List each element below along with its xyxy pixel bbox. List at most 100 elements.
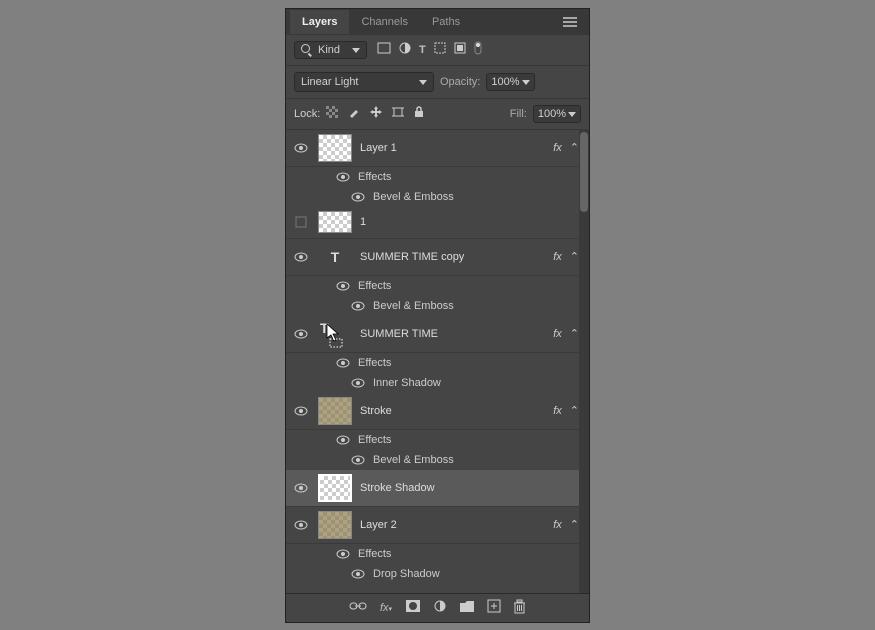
chevron-down-icon <box>419 76 427 88</box>
visibility-toggle[interactable] <box>292 520 310 530</box>
fx-badge[interactable]: fx <box>553 328 562 340</box>
lock-row: Lock: Fill: 100% <box>286 99 589 130</box>
panel-tabs: Layers Channels Paths <box>286 9 589 35</box>
type-layer-icon[interactable]: T <box>318 243 352 271</box>
effects-header[interactable]: Effects <box>286 276 589 296</box>
layer-name[interactable]: 1 <box>360 216 583 228</box>
layer-thumbnail[interactable] <box>318 397 352 425</box>
effect-item[interactable]: Bevel & Emboss <box>286 296 589 316</box>
effect-item[interactable]: Bevel & Emboss <box>286 187 589 207</box>
collapse-toggle[interactable]: ⌃ <box>566 250 583 263</box>
visibility-toggle[interactable] <box>292 216 310 228</box>
fill-value: 100% <box>538 108 566 120</box>
link-layers-icon[interactable] <box>350 601 366 614</box>
effects-label: Effects <box>358 280 391 292</box>
search-icon <box>301 44 314 56</box>
new-layer-icon[interactable] <box>488 600 500 615</box>
effects-header[interactable]: Effects <box>286 353 589 373</box>
visibility-toggle[interactable] <box>292 329 310 339</box>
lock-transparency-icon[interactable] <box>326 106 338 121</box>
layer-row[interactable]: T SUMMER TIME copy fx ⌃ <box>286 239 589 276</box>
layer-thumbnail[interactable] <box>318 511 352 539</box>
layer-row[interactable]: Stroke Shadow <box>286 470 589 507</box>
effects-label: Effects <box>358 434 391 446</box>
bottom-toolbar: fx▾ <box>286 593 589 622</box>
effects-header[interactable]: Effects <box>286 544 589 564</box>
effect-name: Drop Shadow <box>373 568 440 580</box>
blend-mode-value: Linear Light <box>301 76 359 88</box>
layer-name[interactable]: Layer 2 <box>360 519 553 531</box>
effect-item[interactable]: Bevel & Emboss <box>286 450 589 470</box>
lock-label: Lock: <box>294 108 320 120</box>
layer-thumbnail[interactable] <box>318 134 352 162</box>
blend-row: Linear Light Opacity: 100% <box>286 66 589 99</box>
visibility-toggle[interactable] <box>292 406 310 416</box>
layer-thumbnail[interactable] <box>318 211 352 233</box>
layer-name[interactable]: Stroke Shadow <box>360 482 583 494</box>
layer-name[interactable]: SUMMER TIME <box>360 328 553 340</box>
chevron-down-icon <box>522 76 530 88</box>
filter-smart-icon[interactable] <box>454 42 466 57</box>
lock-artboard-icon[interactable] <box>392 106 404 121</box>
fx-menu-icon[interactable]: fx▾ <box>380 602 392 614</box>
opacity-value: 100% <box>491 76 519 88</box>
layers-panel: Layers Channels Paths T Linear Light Opa… <box>285 8 590 623</box>
tab-layers[interactable]: Layers <box>290 10 349 34</box>
layer-name[interactable]: Layer 1 <box>360 142 553 154</box>
layer-row[interactable]: T SUMMER TIME fx ⌃ <box>286 316 589 353</box>
layer-row[interactable]: Layer 2 fx ⌃ <box>286 507 589 544</box>
effects-label: Effects <box>358 548 391 560</box>
fx-badge[interactable]: fx <box>553 405 562 417</box>
fill-label: Fill: <box>510 108 527 120</box>
group-icon[interactable] <box>460 601 474 615</box>
scrollbar[interactable] <box>579 130 589 593</box>
chevron-down-icon <box>568 108 576 120</box>
fx-badge[interactable]: fx <box>553 519 562 531</box>
filter-pixel-icon[interactable] <box>377 42 391 57</box>
scroll-thumb[interactable] <box>580 132 588 212</box>
fx-badge[interactable]: fx <box>553 251 562 263</box>
panel-menu-icon[interactable] <box>555 13 585 31</box>
lock-brush-icon[interactable] <box>348 106 360 121</box>
trash-icon[interactable] <box>514 600 525 616</box>
mask-icon[interactable] <box>406 600 420 615</box>
chevron-down-icon <box>352 44 360 56</box>
layer-row[interactable]: Stroke fx ⌃ <box>286 393 589 430</box>
visibility-toggle[interactable] <box>292 252 310 262</box>
layer-name[interactable]: Stroke <box>360 405 553 417</box>
effect-name: Bevel & Emboss <box>373 300 454 312</box>
layer-row[interactable]: 1 <box>286 207 589 239</box>
tab-paths[interactable]: Paths <box>420 10 472 34</box>
filter-row: T <box>286 35 589 66</box>
blend-mode-select[interactable]: Linear Light <box>294 72 434 92</box>
filter-toggle-icon[interactable] <box>474 41 482 58</box>
type-layer-icon[interactable]: T <box>318 320 352 348</box>
fill-input[interactable]: 100% <box>533 105 581 123</box>
effect-name: Bevel & Emboss <box>373 454 454 466</box>
layer-thumbnail[interactable] <box>318 474 352 502</box>
effect-item[interactable]: Inner Shadow <box>286 373 589 393</box>
effect-name: Inner Shadow <box>373 377 441 389</box>
effects-header[interactable]: Effects <box>286 167 589 187</box>
filter-type-icon[interactable]: T <box>419 44 426 56</box>
filter-kind-input[interactable] <box>318 44 348 56</box>
effects-header[interactable]: Effects <box>286 430 589 450</box>
fx-badge[interactable]: fx <box>553 142 562 154</box>
lock-move-icon[interactable] <box>370 106 382 121</box>
filter-shape-icon[interactable] <box>434 42 446 57</box>
effect-name: Bevel & Emboss <box>373 191 454 203</box>
filter-adjustment-icon[interactable] <box>399 42 411 57</box>
collapse-toggle[interactable]: ⌃ <box>566 327 583 340</box>
opacity-input[interactable]: 100% <box>486 73 534 91</box>
effect-item[interactable]: Drop Shadow <box>286 564 589 584</box>
filter-kind-select[interactable] <box>294 41 367 59</box>
layers-list[interactable]: Layer 1 fx ⌃ Effects Bevel & Emboss 1 T … <box>286 130 589 593</box>
visibility-toggle[interactable] <box>292 483 310 493</box>
tab-channels[interactable]: Channels <box>349 10 419 34</box>
layer-row[interactable]: Layer 1 fx ⌃ <box>286 130 589 167</box>
lock-all-icon[interactable] <box>414 106 424 121</box>
adjustment-layer-icon[interactable] <box>434 600 446 615</box>
layer-name[interactable]: SUMMER TIME copy <box>360 251 553 263</box>
visibility-toggle[interactable] <box>292 143 310 153</box>
effects-label: Effects <box>358 357 391 369</box>
